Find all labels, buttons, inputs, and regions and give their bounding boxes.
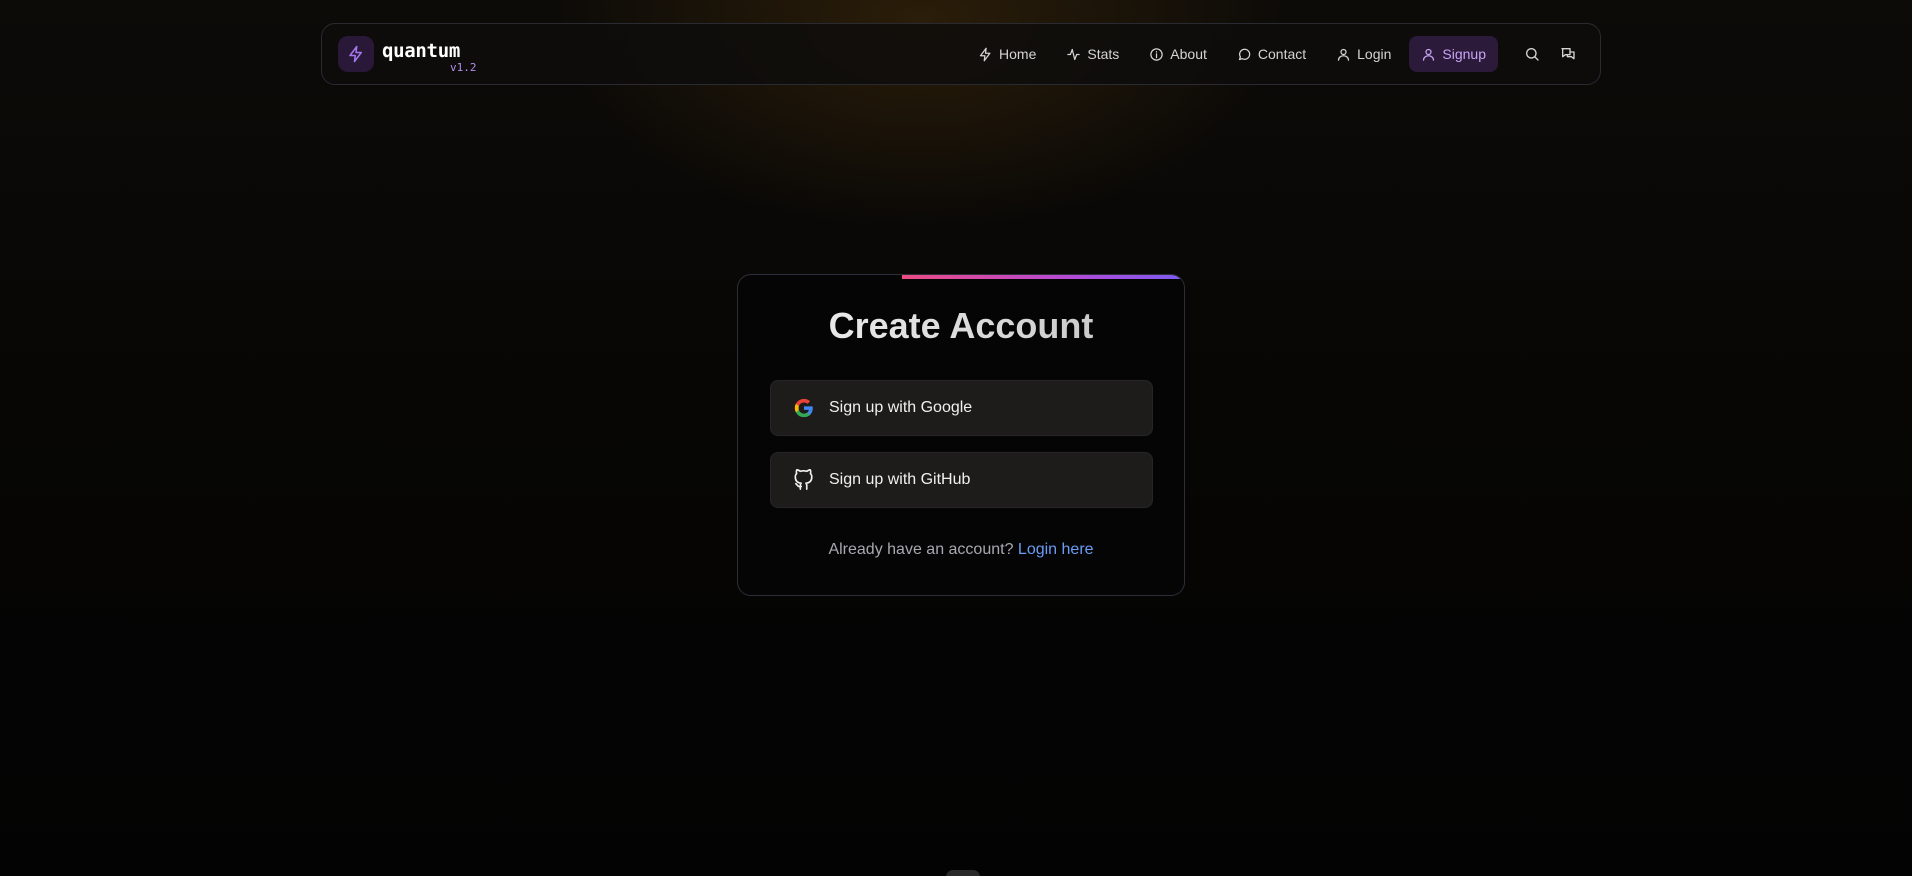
- page: quantum v1.2 Home Stats About Contact Lo…: [0, 0, 1912, 876]
- lightning-icon: [979, 47, 991, 61]
- user-icon: [1338, 48, 1350, 61]
- scroll-indicator: [946, 870, 980, 876]
- user-icon: [1423, 48, 1435, 61]
- search-icon: [1526, 48, 1539, 61]
- github-icon: [794, 469, 813, 490]
- nav-item-signup[interactable]: Signup: [1409, 36, 1498, 72]
- brand[interactable]: quantum v1.2: [338, 36, 482, 74]
- nav-icons: [1516, 38, 1584, 70]
- nav-item-label: Login: [1357, 46, 1392, 62]
- navbar: quantum v1.2 Home Stats About Contact Lo…: [321, 23, 1601, 85]
- nav-item-contact[interactable]: Contact: [1225, 36, 1318, 72]
- nav-item-label: Signup: [1442, 46, 1486, 62]
- signin-prompt: Already have an account?: [828, 541, 1014, 558]
- nav-item-label: Home: [999, 46, 1037, 62]
- lightning-icon: [349, 45, 362, 63]
- brand-version: v1.2: [450, 61, 477, 74]
- nav-item-label: Contact: [1257, 46, 1307, 62]
- nav-links: Home Stats About Contact Login Signup: [966, 36, 1498, 72]
- google-signup-label: Sign up with Google: [829, 399, 973, 416]
- card-title: Create Account: [738, 305, 1184, 347]
- nav-item-stats[interactable]: Stats: [1054, 36, 1131, 72]
- google-icon: [794, 398, 813, 418]
- google-signup-button[interactable]: Sign up with Google: [770, 380, 1153, 436]
- info-icon: [1150, 47, 1164, 61]
- search-button[interactable]: [1516, 38, 1548, 70]
- brand-text: quantum v1.2: [382, 36, 482, 74]
- github-signup-label: Sign up with GitHub: [829, 471, 971, 488]
- activity-icon: [1067, 48, 1081, 60]
- brand-name: quantum: [382, 40, 460, 62]
- nav-item-label: About: [1170, 46, 1207, 62]
- nav-item-home[interactable]: Home: [966, 36, 1048, 72]
- nav-item-login[interactable]: Login: [1324, 36, 1403, 72]
- signin-row: Already have an account? Login here: [738, 541, 1184, 559]
- signup-card: Create Account Sign up with Google Sign …: [737, 274, 1185, 596]
- brand-logo: [338, 36, 374, 72]
- chat-button[interactable]: [1552, 38, 1584, 70]
- github-signup-button[interactable]: Sign up with GitHub: [770, 452, 1153, 508]
- login-link[interactable]: Login here: [1018, 541, 1094, 558]
- card-accent-bar: [902, 275, 1184, 279]
- chat-icon: [1561, 48, 1575, 60]
- nav-item-about[interactable]: About: [1137, 36, 1219, 72]
- message-circle-icon: [1238, 48, 1251, 60]
- nav-item-label: Stats: [1087, 46, 1120, 62]
